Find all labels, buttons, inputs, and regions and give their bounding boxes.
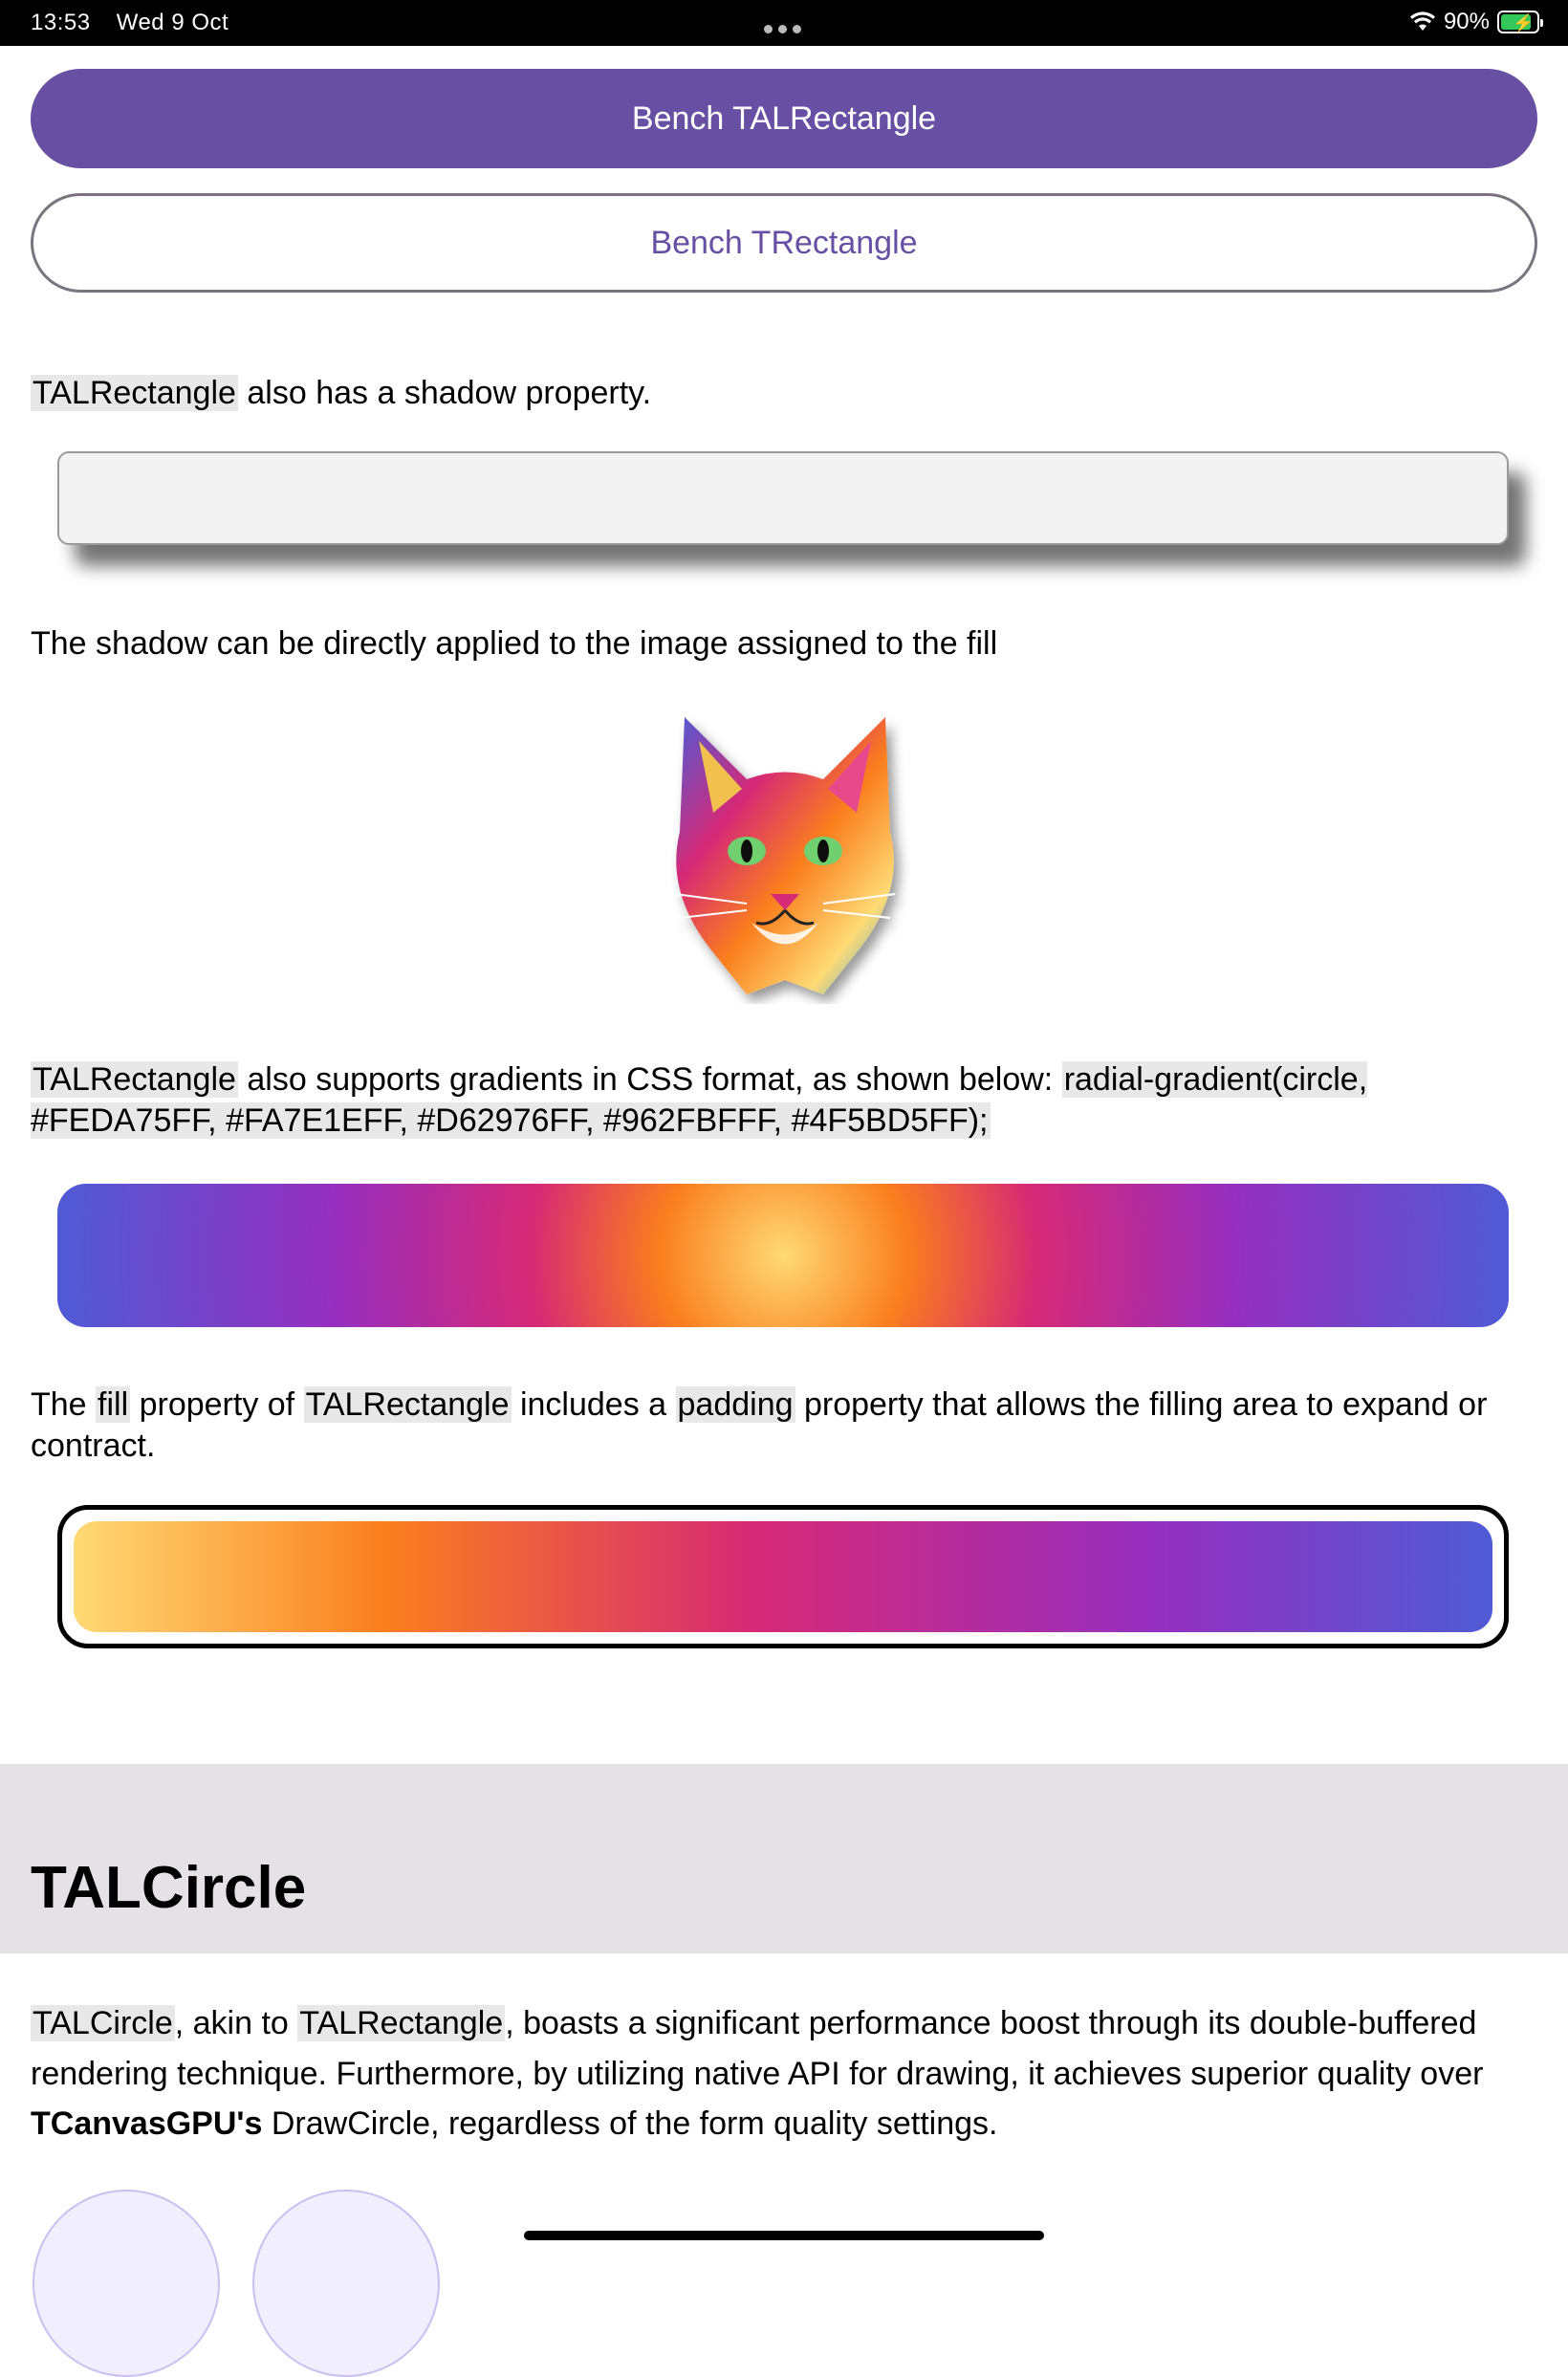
talcircle-demo-2 bbox=[252, 2190, 440, 2377]
bench-talrectangle-button[interactable]: Bench TALRectangle bbox=[31, 69, 1537, 168]
code-talcircle: TALCircle bbox=[31, 2005, 175, 2041]
code-padding: padding bbox=[675, 1386, 795, 1423]
shadow-rectangle-demo bbox=[57, 451, 1509, 545]
status-right: 90% ⚡ bbox=[1409, 9, 1543, 35]
padding-fill-area bbox=[74, 1521, 1492, 1632]
talcircle-demo-1 bbox=[33, 2190, 220, 2377]
image-shadow-description: The shadow can be directly applied to th… bbox=[31, 625, 998, 662]
home-indicator[interactable] bbox=[524, 2231, 1044, 2240]
status-left: 13:53 Wed 9 Oct bbox=[31, 10, 248, 36]
status-date: Wed 9 Oct bbox=[116, 10, 229, 35]
code-fill: fill bbox=[96, 1386, 131, 1423]
status-time: 13:53 bbox=[31, 10, 91, 35]
tcanvasgpu-bold: TCanvasGPU's bbox=[31, 2105, 263, 2142]
code-talrectangle: TALRectangle bbox=[303, 1386, 512, 1423]
status-bar: 13:53 Wed 9 Oct 90% ⚡ bbox=[0, 0, 1568, 46]
shadow-description: TALRectangle also has a shadow property. bbox=[31, 375, 652, 411]
padding-rectangle-demo bbox=[57, 1505, 1509, 1648]
code-talrectangle: TALRectangle bbox=[31, 1061, 238, 1098]
code-talrectangle: TALRectangle bbox=[297, 2005, 506, 2041]
code-talrectangle: TALRectangle bbox=[31, 375, 238, 411]
section-title: TALCircle bbox=[31, 1855, 307, 1921]
battery-icon: ⚡ bbox=[1497, 11, 1543, 33]
cat-image bbox=[674, 717, 896, 994]
multitasking-dots-icon[interactable] bbox=[761, 13, 804, 40]
charging-bolt-icon: ⚡ bbox=[1513, 13, 1535, 33]
circle-description: TALCircle, akin to TALRectangle, boasts … bbox=[31, 2005, 1484, 2142]
gradient-description: TALRectangle also supports gradients in … bbox=[31, 1061, 1368, 1139]
bench-trectangle-button[interactable]: Bench TRectangle bbox=[31, 193, 1537, 293]
battery-percent: 90% bbox=[1443, 9, 1490, 34]
wifi-icon bbox=[1409, 11, 1435, 31]
gradient-rectangle-demo bbox=[57, 1184, 1509, 1327]
padding-description: The fill property of TALRectangle includ… bbox=[31, 1386, 1488, 1464]
